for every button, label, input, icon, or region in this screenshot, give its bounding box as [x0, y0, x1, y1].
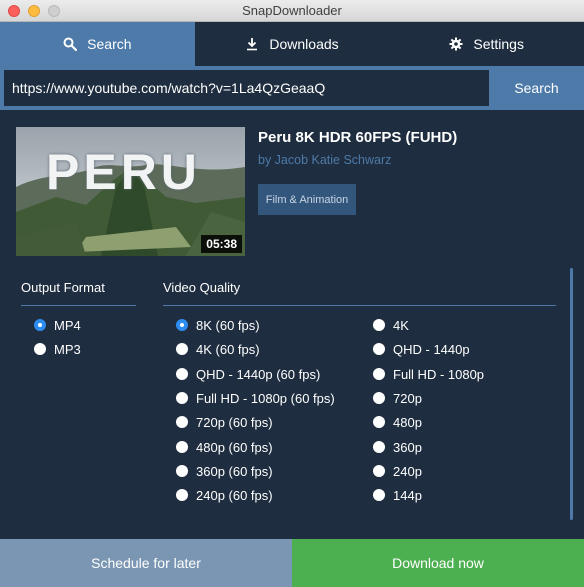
radio-button[interactable]: [34, 319, 46, 331]
radio-button[interactable]: [176, 465, 188, 477]
quality-option-720p-60[interactable]: 720p (60 fps): [176, 414, 273, 430]
radio-button[interactable]: [373, 319, 385, 331]
quality-option-label: QHD - 1440p (60 fps): [196, 366, 321, 382]
format-option-mp4[interactable]: MP4: [34, 317, 81, 333]
tab-downloads[interactable]: Downloads: [195, 22, 390, 66]
radio-button[interactable]: [373, 392, 385, 404]
quality-option-8k-60[interactable]: 8K (60 fps): [176, 317, 260, 333]
radio-button[interactable]: [373, 368, 385, 380]
quality-option-label: 360p: [393, 439, 422, 455]
quality-option-1080p-60[interactable]: Full HD - 1080p (60 fps): [176, 390, 335, 406]
radio-button[interactable]: [176, 343, 188, 355]
close-window-button[interactable]: [8, 5, 20, 17]
tab-downloads-label: Downloads: [269, 36, 339, 52]
quality-option-label: 480p: [393, 414, 422, 430]
quality-option-144p[interactable]: 144p: [373, 487, 422, 503]
quality-option-label: 720p: [393, 390, 422, 406]
radio-button[interactable]: [373, 416, 385, 428]
quality-option-label: 720p (60 fps): [196, 414, 273, 430]
quality-option-label: Full HD - 1080p (60 fps): [196, 390, 335, 406]
download-arrow-icon: [247, 38, 258, 51]
quality-option-label: 144p: [393, 487, 422, 503]
radio-button[interactable]: [176, 416, 188, 428]
radio-button[interactable]: [176, 441, 188, 453]
search-icon: [63, 37, 78, 51]
main-tab-bar: Search Downloads Settings: [0, 22, 584, 66]
maximize-window-button[interactable]: [48, 5, 60, 17]
video-quality-heading: Video Quality: [163, 280, 241, 295]
quality-option-480p[interactable]: 480p: [373, 414, 422, 430]
quality-option-4k[interactable]: 4K: [373, 317, 409, 333]
radio-button[interactable]: [34, 343, 46, 355]
quality-option-240p-60[interactable]: 240p (60 fps): [176, 487, 273, 503]
quality-option-1080p[interactable]: Full HD - 1080p: [373, 366, 484, 382]
quality-option-label: 360p (60 fps): [196, 463, 273, 479]
format-option-mp3[interactable]: MP3: [34, 341, 81, 357]
format-option-label: MP3: [54, 341, 81, 357]
window-controls: [8, 5, 60, 17]
tab-search[interactable]: Search: [0, 22, 195, 66]
tab-settings-label: Settings: [473, 36, 524, 52]
search-button[interactable]: Search: [489, 66, 584, 110]
quality-option-4k-60[interactable]: 4K (60 fps): [176, 341, 260, 357]
quality-option-360p[interactable]: 360p: [373, 439, 422, 455]
schedule-for-later-button[interactable]: Schedule for later: [0, 539, 292, 587]
tab-search-label: Search: [87, 36, 132, 52]
radio-button[interactable]: [176, 368, 188, 380]
quality-option-label: QHD - 1440p: [393, 341, 470, 357]
quality-option-240p[interactable]: 240p: [373, 463, 422, 479]
quality-option-label: 4K: [393, 317, 409, 333]
video-thumbnail: PERU 05:38: [16, 127, 245, 256]
video-quality-divider: [163, 305, 556, 306]
window-titlebar: SnapDownloader: [0, 0, 584, 22]
radio-button[interactable]: [373, 465, 385, 477]
quality-option-label: 240p (60 fps): [196, 487, 273, 503]
tab-settings[interactable]: Settings: [389, 22, 584, 66]
quality-option-480p-60[interactable]: 480p (60 fps): [176, 439, 273, 455]
radio-button[interactable]: [373, 489, 385, 501]
radio-button[interactable]: [176, 319, 188, 331]
format-option-label: MP4: [54, 317, 81, 333]
url-input[interactable]: [4, 70, 489, 106]
quality-option-label: 240p: [393, 463, 422, 479]
options-scrollbar[interactable]: [570, 268, 573, 520]
radio-button[interactable]: [373, 441, 385, 453]
output-format-divider: [21, 305, 136, 306]
window-title: SnapDownloader: [242, 3, 342, 18]
quality-option-720p[interactable]: 720p: [373, 390, 422, 406]
quality-option-label: 4K (60 fps): [196, 341, 260, 357]
video-category-badge: Film & Animation: [258, 184, 356, 215]
url-bar: Search: [0, 66, 584, 110]
gear-icon: [449, 37, 463, 51]
quality-option-360p-60[interactable]: 360p (60 fps): [176, 463, 273, 479]
radio-button[interactable]: [373, 343, 385, 355]
thumbnail-overlay-text: PERU: [46, 144, 201, 200]
quality-option-label: Full HD - 1080p: [393, 366, 485, 382]
quality-option-label: 8K (60 fps): [196, 317, 260, 333]
video-duration: 05:38: [201, 235, 242, 253]
quality-option-1440p[interactable]: QHD - 1440p: [373, 341, 470, 357]
download-now-button[interactable]: Download now: [292, 539, 584, 587]
output-format-heading: Output Format: [21, 280, 105, 295]
video-author[interactable]: by Jacob Katie Schwarz: [258, 153, 391, 167]
radio-button[interactable]: [176, 392, 188, 404]
minimize-window-button[interactable]: [28, 5, 40, 17]
quality-option-label: 480p (60 fps): [196, 439, 273, 455]
radio-button[interactable]: [176, 489, 188, 501]
video-title: Peru 8K HDR 60FPS (FUHD): [258, 129, 458, 146]
quality-option-1440p-60[interactable]: QHD - 1440p (60 fps): [176, 366, 320, 382]
